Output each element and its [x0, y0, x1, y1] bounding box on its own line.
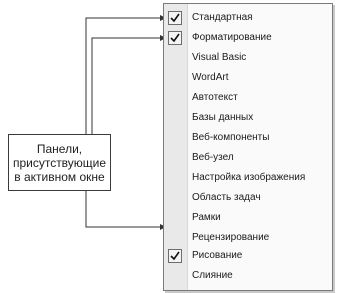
menu-item-visual-basic[interactable]: Visual Basic [164, 49, 332, 68]
menu-item-label: Слияние [192, 270, 233, 281]
menu-item-label: Форматирование [192, 32, 272, 43]
menu-item-label: Базы данных [192, 112, 254, 123]
menu-item-website[interactable]: Веб-узел [164, 149, 332, 168]
menu-item-standard[interactable]: Стандартная [164, 9, 332, 28]
callout-text-line: присутствующие [12, 155, 107, 170]
check-icon [168, 11, 182, 25]
menu-item-frames[interactable]: Рамки [164, 209, 332, 228]
menu-item-autotext[interactable]: Автотекст [164, 89, 332, 108]
menu-item-mail-merge[interactable]: Слияние [164, 267, 332, 286]
check-icon [168, 249, 182, 263]
menu-item-label: Веб-компоненты [192, 132, 270, 143]
leader-line-drawing [85, 191, 160, 228]
callout-text-line: Панели, [36, 141, 83, 156]
menu-item-databases[interactable]: Базы данных [164, 109, 332, 128]
menu-item-drawing[interactable]: Рисование [164, 247, 332, 266]
leader-line-standard [85, 17, 160, 134]
menu-item-wordart[interactable]: WordArt [164, 69, 332, 88]
menu-item-label: Visual Basic [192, 52, 247, 63]
callout-box: Панели, присутствующие в активном окне [8, 134, 111, 191]
menu-item-label: Рамки [192, 212, 221, 223]
leader-line-formatting [91, 37, 160, 134]
menu-item-formatting[interactable]: Форматирование [164, 29, 332, 48]
menu-item-label: Автотекст [192, 92, 238, 103]
menu-item-label: Стандартная [192, 12, 253, 23]
toolbars-context-menu: Стандартная Форматирование Visual Basic … [163, 3, 333, 291]
callout-text-line: в активном окне [14, 169, 105, 184]
menu-item-web-components[interactable]: Веб-компоненты [164, 129, 332, 148]
menu-item-label: Рисование [192, 250, 243, 261]
menu-item-label: Веб-узел [192, 152, 234, 163]
menu-item-label: Рецензирование [192, 232, 270, 243]
menu-item-label: WordArt [192, 72, 229, 83]
menu-item-reviewing[interactable]: Рецензирование [164, 229, 332, 248]
menu-item-picture-settings[interactable]: Настройка изображения [164, 169, 332, 188]
menu-item-label: Настройка изображения [192, 172, 306, 183]
menu-item-task-pane[interactable]: Область задач [164, 189, 332, 208]
menu-item-label: Область задач [192, 192, 261, 203]
check-icon [168, 31, 182, 45]
